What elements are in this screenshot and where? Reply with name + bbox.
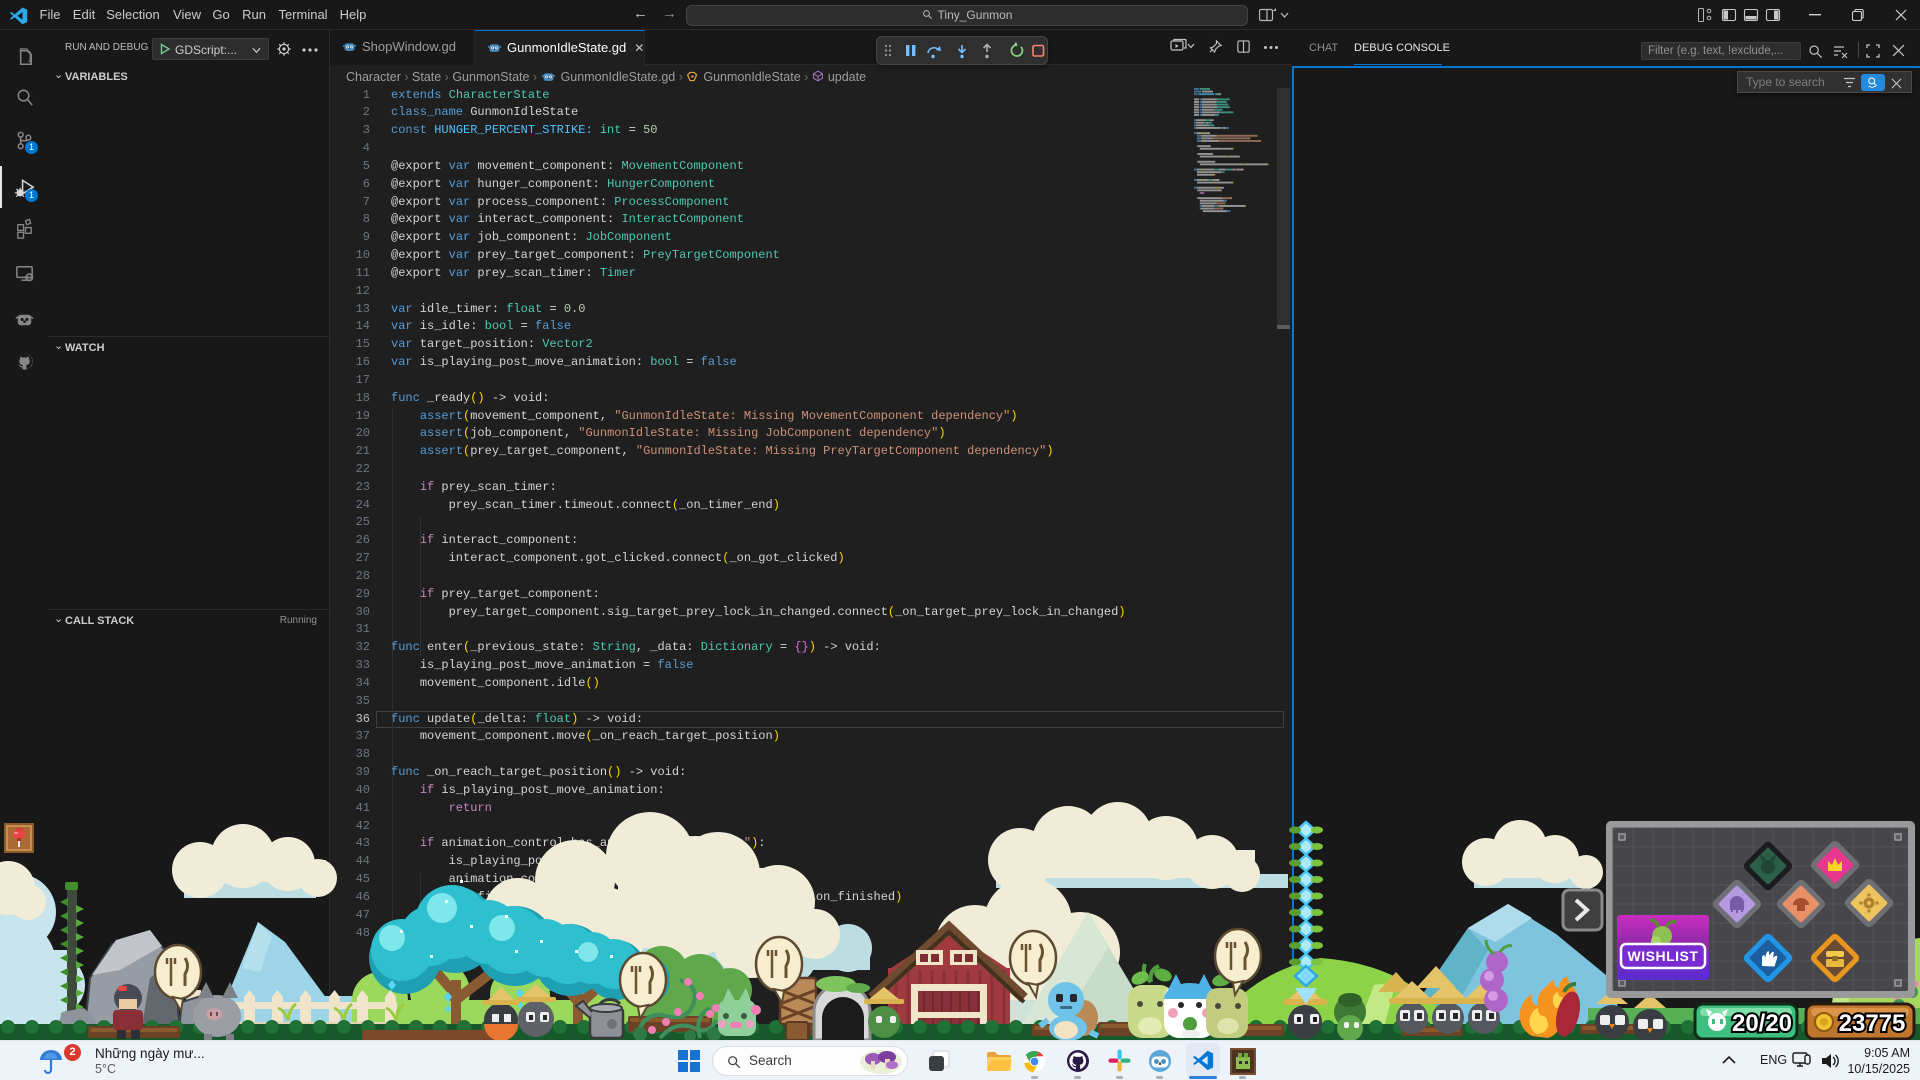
svg-text:20/20: 20/20 [1732,1010,1792,1037]
svg-text:23775: 23775 [1839,1010,1906,1037]
svg-text:WISHLIST: WISHLIST [1628,948,1699,964]
